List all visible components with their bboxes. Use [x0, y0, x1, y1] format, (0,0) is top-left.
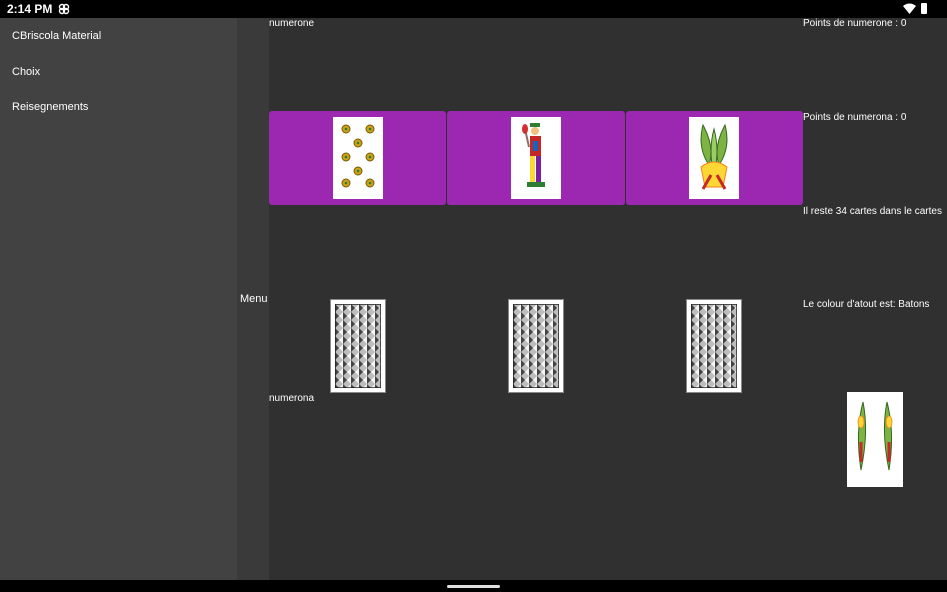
batons-suit-icon	[700, 123, 728, 190]
drawer-item-choix[interactable]: Choix	[12, 66, 40, 78]
menu-label[interactable]: Menu	[240, 293, 268, 305]
opponent-card-back-3	[686, 299, 742, 393]
batons-suit-icon	[857, 401, 893, 471]
navigation-drawer: CBriscola Material Choix Reisegnements	[0, 18, 237, 580]
points-top-player: Points de numerone : 0	[803, 18, 907, 29]
top-player-name: numerone	[269, 18, 315, 29]
hand-slot-1[interactable]	[269, 111, 447, 205]
drawer-item-reisegnements[interactable]: Reisegnements	[12, 101, 88, 113]
card-back-pattern-icon	[335, 304, 381, 388]
battery-icon	[921, 3, 927, 14]
8-of-coins-card[interactable]	[332, 117, 383, 199]
bottom-player-name: numerona	[269, 393, 315, 404]
game-table: numerone numerona Points de numerone: 0…	[269, 18, 947, 580]
menu-rail[interactable]: Menu	[237, 18, 269, 580]
wifi-icon	[903, 3, 916, 14]
app-notification-icon	[58, 3, 70, 15]
remaining-cards-text: Il reste 34 cartes dans le cartes	[803, 206, 942, 217]
system-navigation-bar	[0, 580, 947, 592]
2-of-batons-card	[847, 392, 903, 487]
hand-slot-2[interactable]	[447, 111, 625, 205]
hand-slot-3[interactable]	[625, 111, 803, 205]
drawer-item-cbriscola-material[interactable]: CBriscola Material	[12, 30, 101, 42]
opponent-card-back-1	[330, 299, 386, 393]
card-back-pattern-icon	[691, 304, 737, 388]
3-of-batons-card[interactable]	[689, 117, 740, 199]
status-time: 2:14 PM	[7, 2, 53, 16]
home-gesture-handle[interactable]	[447, 585, 500, 588]
player-hand	[269, 111, 803, 205]
jack-of-cups-card[interactable]	[510, 117, 561, 199]
coins-suit-icon	[341, 124, 375, 188]
card-back-pattern-icon	[513, 304, 559, 388]
status-bar: 2:14 PM	[0, 0, 947, 18]
opponent-card-back-2	[508, 299, 564, 393]
trump-suit-text: Le colour d'atout est: Batons	[803, 299, 930, 310]
points-bottom-player: Points de numerona : 0	[803, 112, 907, 123]
jack-figure-icon	[521, 123, 545, 187]
